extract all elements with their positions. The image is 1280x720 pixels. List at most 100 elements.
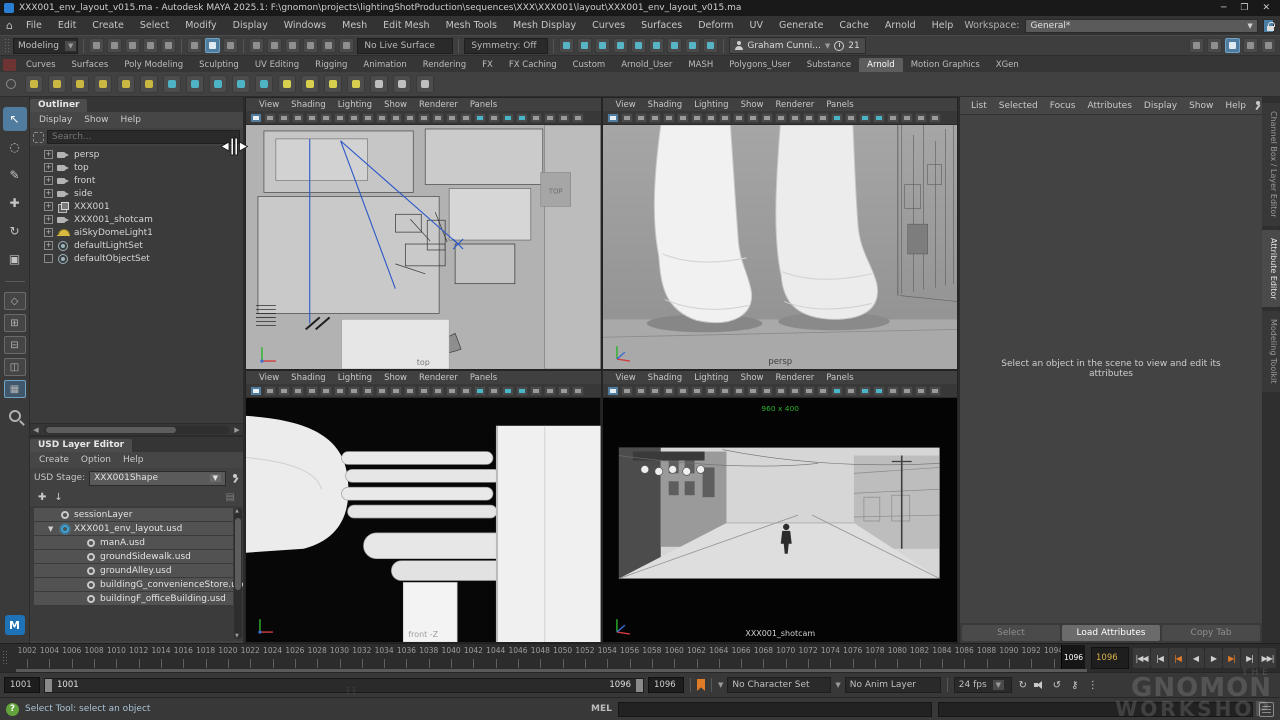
move-tool-icon[interactable]: ✚ xyxy=(3,191,27,215)
layer-target-icon[interactable] xyxy=(87,567,95,575)
outliner-item[interactable]: + XXX001 xyxy=(30,200,243,213)
paint-effects-icon[interactable] xyxy=(685,38,700,53)
arnold-create-standin-icon[interactable] xyxy=(163,75,181,93)
menu-item[interactable]: Generate xyxy=(772,18,830,33)
redo-icon[interactable] xyxy=(161,38,176,53)
resolution-gate-icon[interactable] xyxy=(747,113,759,123)
menu-item[interactable]: Curves xyxy=(585,18,632,33)
pin-icon[interactable] xyxy=(1253,101,1262,110)
attribute-editor-button[interactable]: Copy Tab xyxy=(1162,625,1260,641)
gate-mask-icon[interactable] xyxy=(404,386,416,396)
step-forward-frame-button[interactable]: ▶| xyxy=(1241,648,1258,668)
layer-target-icon[interactable] xyxy=(87,553,95,561)
render-settings-icon[interactable] xyxy=(613,38,628,53)
play-forwards-button[interactable]: ▶ xyxy=(1205,648,1222,668)
viewport-menu-item[interactable]: View xyxy=(254,100,284,110)
gate-mask-icon[interactable] xyxy=(761,113,773,123)
outliner-item[interactable]: + persp xyxy=(30,148,243,161)
textured-icon[interactable] xyxy=(845,386,857,396)
viewport-menu-item[interactable]: Renderer xyxy=(771,373,820,383)
lock-camera-icon[interactable] xyxy=(278,113,290,123)
snap-projected-center-icon[interactable] xyxy=(303,38,318,53)
snap-grid-icon[interactable] xyxy=(249,38,264,53)
menu-item[interactable]: Mesh xyxy=(335,18,374,33)
outliner-tree[interactable]: + persp + top + xyxy=(30,146,243,423)
viewport-canvas-persp[interactable]: persp xyxy=(603,125,958,369)
open-scene-icon[interactable] xyxy=(107,38,122,53)
close-button[interactable]: ✕ xyxy=(1262,3,1270,13)
usd-stage-selector[interactable]: XXX001Shape▼ xyxy=(89,471,226,486)
chevron-down-icon[interactable]: ▼ xyxy=(835,681,840,689)
current-time-field[interactable]: 1096 xyxy=(1091,647,1129,669)
image-plane-icon[interactable] xyxy=(677,386,689,396)
motion-blur-icon[interactable] xyxy=(901,113,913,123)
film-gate-icon[interactable] xyxy=(733,113,745,123)
viewport-menu-item[interactable]: Lighting xyxy=(333,100,377,110)
grease-pencil-icon[interactable] xyxy=(705,386,717,396)
range-end-handle[interactable] xyxy=(636,679,643,692)
xray-icon[interactable] xyxy=(929,113,941,123)
viewport-menu-item[interactable]: Panels xyxy=(821,100,858,110)
section-grip[interactable] xyxy=(4,38,10,54)
viewport-menu-item[interactable]: Show xyxy=(379,100,412,110)
screen-ao-icon[interactable] xyxy=(530,113,542,123)
shelf-tab[interactable]: FX xyxy=(474,58,501,72)
character-set-selector[interactable]: No Character Set xyxy=(727,677,831,693)
open-render-view-icon[interactable] xyxy=(559,38,574,53)
use-lights-icon[interactable] xyxy=(859,113,871,123)
usd-layer-row[interactable]: ▼ XXX001_env_layout.usd xyxy=(34,522,233,536)
shadows-icon[interactable] xyxy=(873,113,885,123)
modeling-toolkit-toggle-icon[interactable] xyxy=(1189,38,1204,53)
attribute-editor-button[interactable]: Load Attributes xyxy=(1062,625,1160,641)
step-back-key-button[interactable]: |◀ xyxy=(1169,648,1186,668)
arnold-curve-collector-icon[interactable] xyxy=(209,75,227,93)
safe-title-icon[interactable] xyxy=(446,386,458,396)
grid-icon[interactable] xyxy=(362,386,374,396)
command-input-field[interactable] xyxy=(618,702,933,717)
xray-icon[interactable] xyxy=(572,386,584,396)
expand-icon[interactable]: + xyxy=(44,189,53,198)
safe-action-icon[interactable] xyxy=(432,113,444,123)
grease-pencil-icon[interactable] xyxy=(348,386,360,396)
resolution-gate-icon[interactable] xyxy=(390,386,402,396)
attribute-editor-menu-item[interactable]: Show xyxy=(1184,100,1218,112)
menu-item[interactable]: Modify xyxy=(178,18,223,33)
viewport-menu-item[interactable]: View xyxy=(611,373,641,383)
time-slider-track[interactable]: 1002 1004 1006 1008 1010 1012 1014 1016 … xyxy=(16,644,1087,672)
multisample-icon[interactable] xyxy=(558,113,570,123)
camera-attributes-icon[interactable] xyxy=(292,113,304,123)
menu-item[interactable]: Deform xyxy=(691,18,740,33)
load-layer-icon[interactable]: ↓ xyxy=(54,492,62,503)
attribute-editor-menu-item[interactable]: Help xyxy=(1220,100,1251,112)
isolate-select-icon[interactable] xyxy=(621,386,633,396)
menu-item[interactable]: Surfaces xyxy=(634,18,689,33)
usd-layer-row[interactable]: buildingF_officeBuilding.usd xyxy=(34,592,233,606)
minimize-button[interactable]: ─ xyxy=(1221,3,1226,13)
isolate-select-icon[interactable] xyxy=(264,113,276,123)
multisample-icon[interactable] xyxy=(915,113,927,123)
outliner-pane-layout-icon[interactable]: ▦ xyxy=(4,380,26,398)
arnold-mesh-light-icon[interactable] xyxy=(117,75,135,93)
field-chart-icon[interactable] xyxy=(418,386,430,396)
layer-target-icon[interactable] xyxy=(87,595,95,603)
shelf-options-icon[interactable] xyxy=(3,59,16,71)
safe-title-icon[interactable] xyxy=(803,113,815,123)
grid-icon[interactable] xyxy=(362,113,374,123)
field-chart-icon[interactable] xyxy=(418,113,430,123)
usd-layer-row[interactable]: groundSidewalk.usd xyxy=(34,550,233,564)
arnold-point-light-icon[interactable] xyxy=(48,75,66,93)
expand-icon[interactable] xyxy=(44,254,53,263)
zoom-tool-icon[interactable] xyxy=(9,410,21,422)
2d-pan-zoom-icon[interactable] xyxy=(691,386,703,396)
resolution-gate-icon[interactable] xyxy=(747,386,759,396)
select-camera-icon[interactable] xyxy=(250,113,262,123)
menu-item[interactable]: Mesh Display xyxy=(506,18,583,33)
snap-point-icon[interactable] xyxy=(285,38,300,53)
outliner-menu-item[interactable]: Display xyxy=(34,114,77,126)
lasso-select-tool-icon[interactable]: ◌ xyxy=(3,135,27,159)
menu-item[interactable]: Edit xyxy=(51,18,83,33)
outliner-menu-item[interactable]: Help xyxy=(115,114,146,126)
arnold-skydome-light-icon[interactable] xyxy=(94,75,112,93)
home-icon[interactable]: ⌂ xyxy=(6,19,13,32)
section-grip[interactable] xyxy=(2,650,8,666)
